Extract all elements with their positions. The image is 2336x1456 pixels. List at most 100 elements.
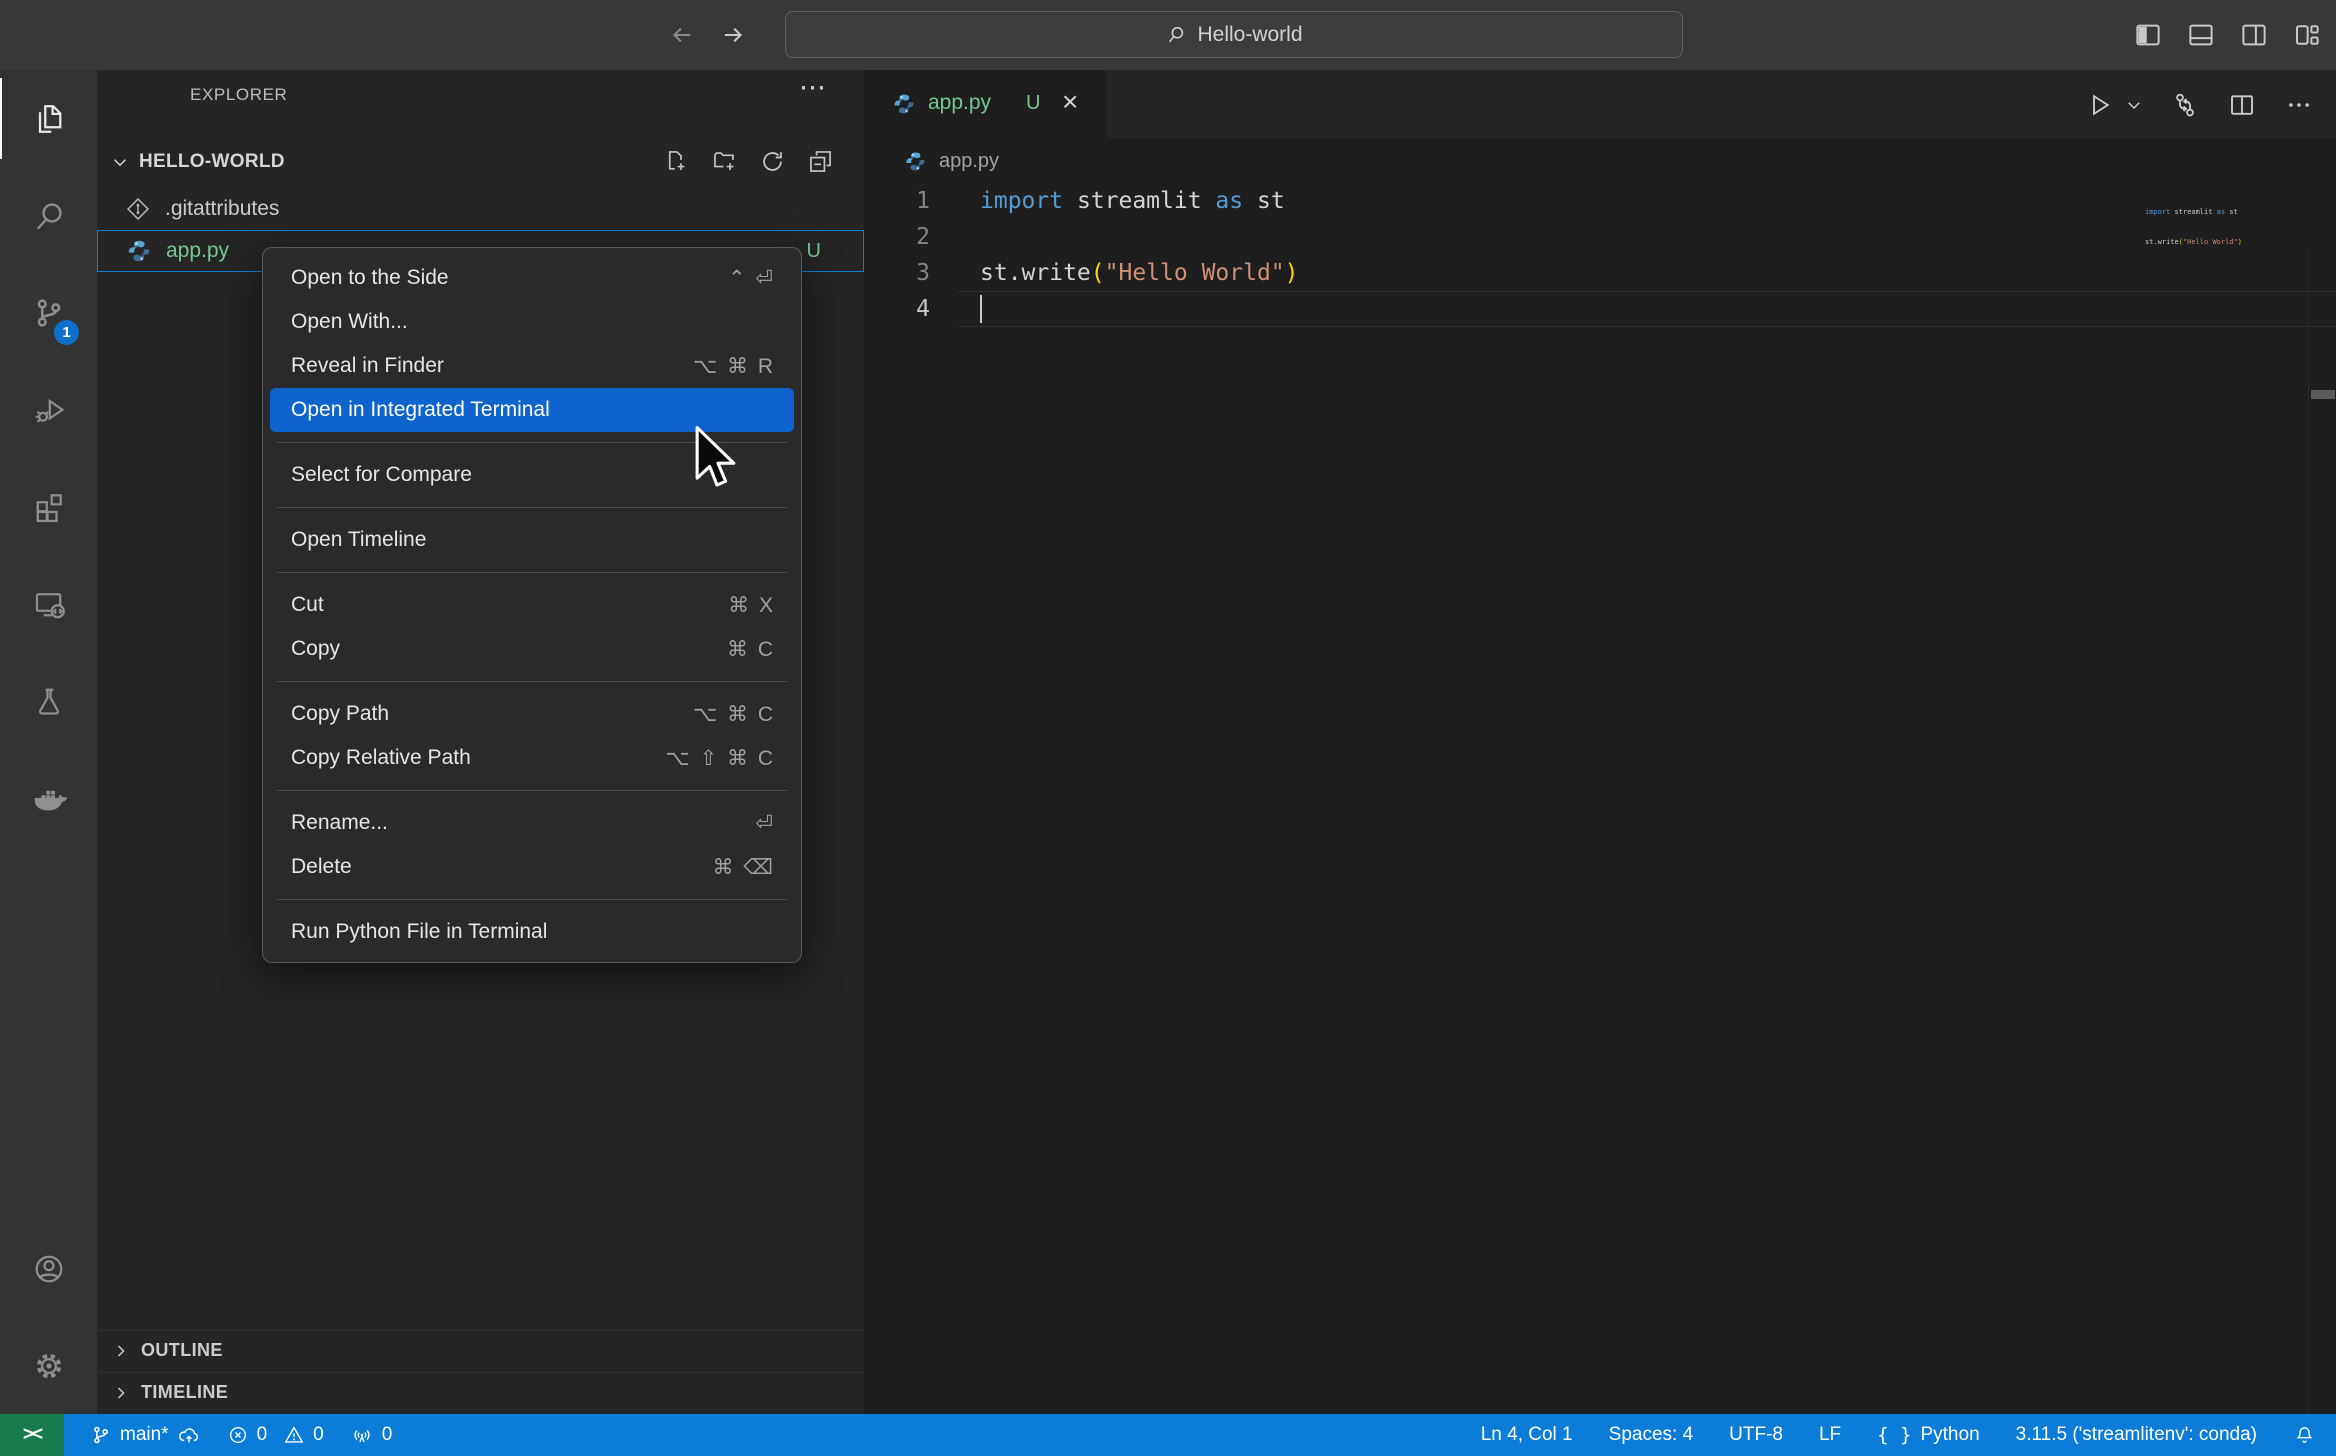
explorer-title: EXPLORER [190,85,287,105]
more-actions-icon[interactable] [2284,90,2314,120]
scm-badge: 1 [54,320,79,345]
activity-search-icon[interactable] [0,167,97,264]
activity-extensions-icon[interactable] [0,458,97,555]
new-file-icon[interactable] [663,148,690,175]
activity-testing-icon[interactable] [0,652,97,749]
mouse-cursor [692,424,740,498]
activity-source-control-icon[interactable]: 1 [0,264,97,361]
branch-name: main* [120,1424,169,1446]
python-interpreter[interactable]: 3.11.5 ('streamlitenv': conda) [2016,1424,2257,1446]
toggle-secondary-sidebar-icon[interactable] [2239,18,2269,52]
timeline-label: TIMELINE [141,1382,228,1403]
explorer-more-actions-icon[interactable]: ⋯ [799,72,826,103]
activity-bar: 1 [0,70,97,1414]
ports-status[interactable]: 0 [350,1423,393,1447]
git-status-badge: U [807,240,821,263]
run-dropdown-chevron-icon[interactable] [2125,96,2143,114]
file-row-gitattributes[interactable]: .gitattributes [97,188,864,230]
folder-section-header[interactable]: HELLO-WORLD [97,140,864,184]
minimap[interactable]: import streamlit as st st.write("Hello W… [2145,187,2242,267]
file-name: .gitattributes [165,197,279,221]
accounts-icon[interactable] [0,1220,97,1317]
cloud-upload-icon [177,1423,201,1447]
chevron-right-icon [111,1341,131,1361]
open-changes-icon[interactable] [2170,90,2200,120]
outline-section-header[interactable]: OUTLINE [97,1330,864,1370]
menu-separator [277,681,787,682]
command-center-label: Hello-world [1197,23,1302,47]
braces-icon: { } [1877,1424,1911,1446]
cursor-position[interactable]: Ln 4, Col 1 [1481,1424,1573,1446]
menu-item-rename[interactable]: Rename... ⏎ [263,801,801,845]
menu-item-copy-path[interactable]: Copy Path ⌥ ⌘ C [263,692,801,736]
code-line-3: st.write("Hello World") [980,255,1299,291]
warnings-icon [283,1424,305,1446]
language-mode[interactable]: { } Python [1877,1424,1979,1446]
warning-count: 0 [313,1424,324,1446]
git-file-icon [125,196,151,222]
python-file-icon [904,150,927,173]
settings-gear-icon[interactable] [0,1317,97,1414]
activity-explorer-icon[interactable] [0,70,97,167]
error-count: 0 [257,1424,268,1446]
encoding[interactable]: UTF-8 [1729,1424,1783,1446]
tab-bar: app.py U × [864,70,2336,139]
context-menu: Open to the Side ⌃ ⏎ Open With... Reveal… [262,247,802,963]
file-name: app.py [166,239,229,263]
editor-group: app.py U × [864,70,2336,1414]
customize-layout-icon[interactable] [2292,18,2322,52]
menu-separator [277,572,787,573]
problems-status[interactable]: 0 0 [227,1424,324,1446]
code-editor[interactable]: 1 import streamlit as st 2 3 st.write("H… [864,183,2336,1414]
collapse-all-icon[interactable] [807,148,834,175]
tab-close-icon[interactable]: × [1062,86,1078,118]
overview-ruler-cursor-marker[interactable] [2311,390,2335,399]
folder-section-label: HELLO-WORLD [139,151,285,173]
menu-item-copy[interactable]: Copy ⌘ C [263,627,801,671]
menu-item-delete[interactable]: Delete ⌘ ⌫ [263,845,801,889]
navigate-back-icon[interactable] [665,18,699,52]
remote-indicator[interactable]: >< [0,1414,64,1456]
new-folder-icon[interactable] [711,148,738,175]
breadcrumb[interactable]: app.py [864,139,2336,183]
activity-docker-icon[interactable] [0,749,97,846]
python-file-icon [892,92,916,116]
navigate-forward-icon[interactable] [716,18,750,52]
chevron-down-icon [109,151,131,173]
refresh-icon[interactable] [759,148,786,175]
tab-label: app.py [928,91,991,115]
branch-status[interactable]: main* [90,1423,201,1447]
line-number: 4 [864,291,930,327]
overview-ruler [2308,252,2309,1414]
line-number: 2 [864,219,930,255]
command-center-search[interactable]: Hello-world [785,11,1683,58]
title-bar: Hello-world [0,0,2336,70]
notifications-bell-icon[interactable] [2293,1424,2316,1447]
menu-item-open-with[interactable]: Open With... [263,300,801,344]
timeline-section-header[interactable]: TIMELINE [97,1372,864,1412]
tab-app-py[interactable]: app.py U × [864,70,1106,139]
menu-item-reveal-in-finder[interactable]: Reveal in Finder ⌥ ⌘ R [263,344,801,388]
radio-tower-icon [350,1423,374,1447]
menu-separator [277,899,787,900]
menu-item-open-to-the-side[interactable]: Open to the Side ⌃ ⏎ [263,256,801,300]
menu-item-run-python-file-in-terminal[interactable]: Run Python File in Terminal [263,910,801,954]
errors-icon [227,1424,249,1446]
vscode-window: Hello-world 1 [0,0,2336,1456]
chevron-right-icon [111,1383,131,1403]
run-icon[interactable] [2084,90,2114,120]
activity-remote-explorer-icon[interactable] [0,555,97,652]
toggle-panel-icon[interactable] [2186,18,2216,52]
menu-separator [277,790,787,791]
eol-sequence[interactable]: LF [1819,1424,1841,1446]
menu-item-cut[interactable]: Cut ⌘ X [263,583,801,627]
code-line-1: import streamlit as st [980,183,1285,219]
split-editor-icon[interactable] [2227,90,2257,120]
branch-icon [90,1424,112,1446]
menu-item-open-timeline[interactable]: Open Timeline [263,518,801,562]
menu-item-copy-relative-path[interactable]: Copy Relative Path ⌥ ⇧ ⌘ C [263,736,801,780]
toggle-primary-sidebar-icon[interactable] [2133,18,2163,52]
activity-run-debug-icon[interactable] [0,361,97,458]
search-icon [1165,24,1187,46]
indentation[interactable]: Spaces: 4 [1609,1424,1694,1446]
